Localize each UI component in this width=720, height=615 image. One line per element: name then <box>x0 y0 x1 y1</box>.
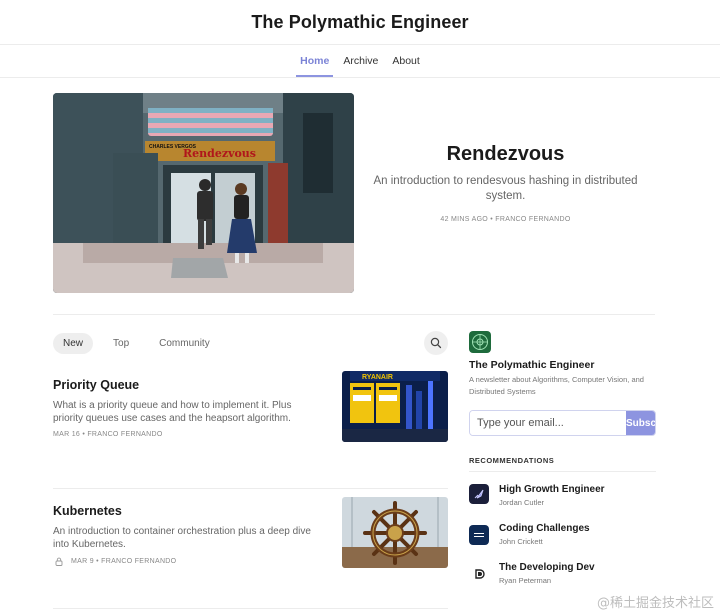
main-nav: Home Archive About <box>0 45 720 78</box>
storefront-illustration: CHARLES VERGOS Rendezvous <box>53 93 354 293</box>
post-divider <box>53 608 448 609</box>
publication-description: A newsletter about Algorithms, Computer … <box>469 375 644 396</box>
post-filters: New Top Community <box>53 331 448 355</box>
rec-logo <box>469 564 489 584</box>
email-field[interactable] <box>470 411 626 435</box>
coding-challenges-logo-icon <box>474 533 484 537</box>
post-item[interactable]: Priority Queue What is a priority queue … <box>53 371 448 450</box>
rec-name[interactable]: Coding Challenges <box>499 523 590 534</box>
thumb-ryanair-text: RYANAIR <box>362 374 393 381</box>
search-button[interactable] <box>424 331 448 355</box>
lock-icon <box>55 557 63 566</box>
hero-sign: Rendezvous <box>183 147 256 160</box>
hero-title[interactable]: Rendezvous <box>373 143 638 166</box>
recommendation-item[interactable]: High Growth Engineer Jordan Cutler <box>469 484 656 523</box>
rec-name[interactable]: High Growth Engineer <box>499 484 605 495</box>
watermark: @稀土掘金技术社区 <box>596 596 714 611</box>
rec-author: John Crickett <box>499 537 543 546</box>
recommendation-item[interactable]: Coding Challenges John Crickett <box>469 523 656 562</box>
rec-name[interactable]: The Developing Dev <box>499 562 595 573</box>
rocket-icon <box>474 489 484 499</box>
site-header: The Polymathic Engineer <box>0 0 720 45</box>
tab-top[interactable]: Top <box>103 333 139 354</box>
featured-post[interactable]: CHARLES VERGOS Rendezvous Rendezvous An … <box>53 93 655 293</box>
publication-name[interactable]: The Polymathic Engineer <box>469 359 656 371</box>
site-title[interactable]: The Polymathic Engineer <box>251 12 468 33</box>
tab-new[interactable]: New <box>53 332 94 354</box>
post-thumbnail[interactable]: RYANAIR <box>342 371 448 442</box>
recommendations-heading: RECOMMENDATIONS <box>469 456 656 472</box>
rec-logo <box>469 484 489 504</box>
ship-wheel-thumbnail <box>342 497 448 568</box>
tab-community[interactable]: Community <box>149 333 220 354</box>
ryanair-thumbnail: RYANAIR <box>342 371 448 442</box>
post-divider <box>53 488 448 489</box>
section-divider <box>53 314 655 315</box>
nav-home[interactable]: Home <box>293 45 336 77</box>
search-icon <box>430 337 442 349</box>
post-description: An introduction to container orchestrati… <box>53 526 311 550</box>
hero-meta: 42 MINS AGO • FRANCO FERNANDO <box>440 216 571 223</box>
subscribe-button[interactable]: Subscribe <box>626 411 655 435</box>
developing-dev-logo-icon <box>475 569 485 579</box>
subscribe-form: Subscribe <box>469 410 656 436</box>
hero-subtitle: An introduction to rendesvous hashing in… <box>373 175 638 202</box>
rec-author: Jordan Cutler <box>499 498 545 507</box>
nav-about[interactable]: About <box>385 45 426 77</box>
hero-text: Rendezvous An introduction to rendesvous… <box>373 143 638 223</box>
nav-archive[interactable]: Archive <box>336 45 385 77</box>
sidebar: The Polymathic Engineer A newsletter abo… <box>469 331 656 601</box>
post-description: What is a priority queue and how to impl… <box>53 400 292 424</box>
post-thumbnail[interactable] <box>342 497 448 568</box>
post-item[interactable]: Kubernetes An introduction to container … <box>53 497 448 576</box>
hero-image[interactable]: CHARLES VERGOS Rendezvous <box>53 93 354 293</box>
rec-logo <box>469 525 489 545</box>
post-meta-text: MAR 9 • FRANCO FERNANDO <box>71 558 177 565</box>
polymath-logo-icon <box>472 334 488 350</box>
publication-logo[interactable] <box>469 331 491 353</box>
rec-author: Ryan Peterman <box>499 576 552 585</box>
